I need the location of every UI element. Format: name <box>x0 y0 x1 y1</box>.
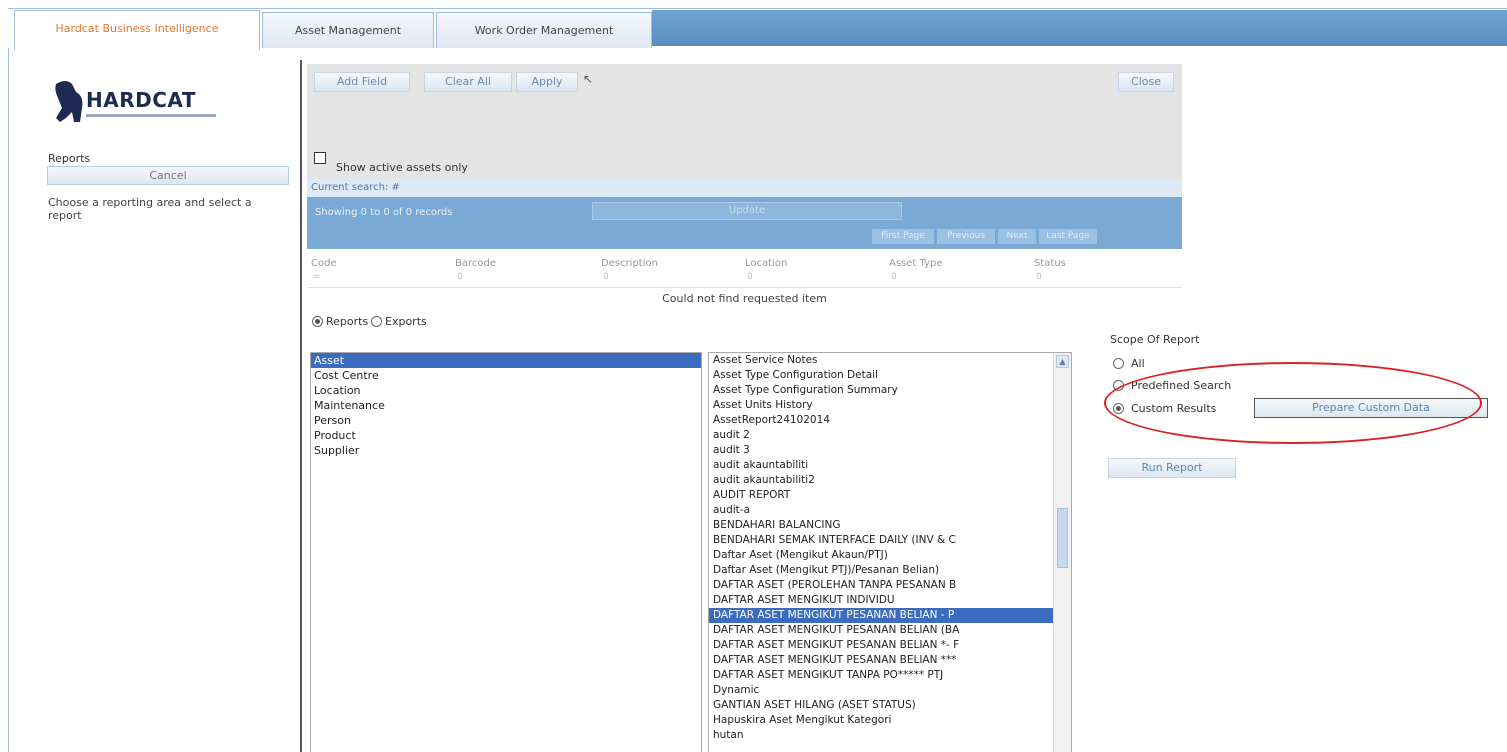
report-list-item[interactable]: AUDIT REPORT <box>709 488 1054 503</box>
column-filter[interactable]: 0 <box>603 272 609 282</box>
report-list-item[interactable]: Asset Units History <box>709 398 1054 413</box>
report-list-item[interactable]: DAFTAR ASET (PEROLEHAN TANPA PESANAN B <box>709 578 1054 593</box>
exports-radio-label: Exports <box>385 315 427 328</box>
report-list-item[interactable]: Hapuskira Aset Mengikut Kategori <box>709 713 1054 728</box>
tab-work-order-management[interactable]: Work Order Management <box>436 12 652 48</box>
tab-bar: Hardcat Business Intelligence Asset Mana… <box>0 0 1507 50</box>
column-header[interactable]: Asset Type <box>889 258 942 269</box>
tab-asset-management[interactable]: Asset Management <box>262 12 434 48</box>
scope-custom-radio[interactable] <box>1113 403 1124 414</box>
report-list-item[interactable]: BENDAHARI SEMAK INTERFACE DAILY (INV & C <box>709 533 1054 548</box>
column-filter[interactable]: 0 <box>747 272 753 282</box>
report-list-item[interactable]: DAFTAR ASET MENGIKUT PESANAN BELIAN *- F <box>709 638 1054 653</box>
report-list-scrollbar[interactable]: ▲ <box>1053 353 1071 752</box>
report-list-item[interactable]: DAFTAR ASET MENGIKUT PESANAN BELIAN (BA <box>709 623 1054 638</box>
reports-label: Reports <box>48 152 91 165</box>
scope-title: Scope Of Report <box>1110 333 1200 346</box>
logo-tagline <box>86 114 216 117</box>
add-field-button[interactable]: Add Field <box>314 72 410 92</box>
report-list-item[interactable]: Asset Service Notes <box>709 353 1054 368</box>
column-filter[interactable]: 0 <box>891 272 897 282</box>
area-list-item[interactable]: Asset <box>311 353 701 368</box>
sidebar: HARDCAT Reports Cancel Choose a reportin… <box>32 60 302 752</box>
instruction-text: Choose a reporting area and select a rep… <box>48 196 252 222</box>
area-list-item[interactable]: Person <box>311 413 701 428</box>
previous-page-button[interactable]: Previous <box>937 229 995 244</box>
results-table-header: Code Barcode Description Location Asset … <box>307 255 1182 291</box>
reporting-area-list[interactable]: Asset Cost Centre Location Maintenance Perso… <box>310 352 702 752</box>
column-filter[interactable]: 0 <box>457 272 463 282</box>
scope-predefined-radio[interactable] <box>1113 380 1124 391</box>
report-list-item[interactable]: audit akauntabiliti <box>709 458 1054 473</box>
column-header[interactable]: Location <box>745 258 787 269</box>
cat-icon <box>55 81 83 122</box>
run-report-button[interactable]: Run Report <box>1108 458 1236 478</box>
header-divider <box>307 287 1182 288</box>
area-list-item[interactable]: Cost Centre <box>311 368 701 383</box>
report-list-item[interactable]: AssetReport24102014 <box>709 413 1054 428</box>
clear-all-button[interactable]: Clear All <box>424 72 512 92</box>
prepare-custom-data-button[interactable]: Prepare Custom Data <box>1254 398 1488 418</box>
report-list-item[interactable]: Asset Type Configuration Summary <box>709 383 1054 398</box>
report-list-item[interactable]: audit-a <box>709 503 1054 518</box>
current-search-text: Current search: # <box>307 179 1182 197</box>
area-list-item[interactable]: Supplier <box>311 443 701 458</box>
area-list-item[interactable]: Location <box>311 383 701 398</box>
reports-radio[interactable] <box>312 316 323 327</box>
report-list[interactable]: Asset Service Notes Asset Type Configurat… <box>708 352 1072 752</box>
active-only-label: Show active assets only <box>336 161 468 174</box>
report-list-item[interactable]: GANTIAN ASET HILANG (ASET STATUS) <box>709 698 1054 713</box>
scroll-thumb[interactable] <box>1057 508 1068 568</box>
apply-button[interactable]: Apply <box>516 72 578 92</box>
logo-text: HARDCAT <box>86 88 196 112</box>
reports-radio-label: Reports <box>326 315 369 328</box>
report-list-item[interactable]: DAFTAR ASET MENGIKUT PESANAN BELIAN - P <box>709 608 1054 623</box>
close-button[interactable]: Close <box>1118 72 1174 92</box>
results-header: Showing 0 to 0 of 0 records Update First… <box>307 197 1182 249</box>
report-list-item[interactable]: DAFTAR ASET MENGIKUT INDIVIDU <box>709 593 1054 608</box>
report-list-item[interactable]: BENDAHARI BALANCING <box>709 518 1054 533</box>
column-header[interactable]: Code <box>311 258 337 269</box>
report-list-item[interactable]: audit 3 <box>709 443 1054 458</box>
column-header[interactable]: Description <box>601 258 658 269</box>
scope-predefined-label: Predefined Search <box>1131 379 1232 392</box>
report-list-item[interactable]: hutan <box>709 728 1054 743</box>
scroll-up-icon[interactable]: ▲ <box>1056 355 1069 368</box>
cancel-button[interactable]: Cancel <box>47 166 289 185</box>
column-header[interactable]: Barcode <box>455 258 496 269</box>
column-filter[interactable]: = <box>313 272 321 282</box>
tab-bar-fill <box>652 10 1507 46</box>
scope-custom-label: Custom Results <box>1131 402 1217 415</box>
area-list-item[interactable]: Product <box>311 428 701 443</box>
hardcat-logo: HARDCAT <box>50 78 230 138</box>
tab-business-intelligence[interactable]: Hardcat Business Intelligence <box>14 10 260 50</box>
scope-all-radio[interactable] <box>1113 358 1124 369</box>
cursor-pointer-icon: ↖ <box>583 72 594 86</box>
report-list-item[interactable]: Daftar Aset (Mengikut PTJ)/Pesanan Belia… <box>709 563 1054 578</box>
record-count: Showing 0 to 0 of 0 records <box>315 207 453 218</box>
report-list-item[interactable]: Asset Type Configuration Detail <box>709 368 1054 383</box>
update-button[interactable]: Update <box>592 202 902 220</box>
report-list-item[interactable]: Dynamic <box>709 683 1054 698</box>
first-page-button[interactable]: First Page <box>872 229 934 244</box>
last-page-button[interactable]: Last Page <box>1039 229 1097 244</box>
scope-all-label: All <box>1131 357 1145 370</box>
report-list-item[interactable]: audit akauntabiliti2 <box>709 473 1054 488</box>
column-header[interactable]: Status <box>1034 258 1066 269</box>
report-list-item[interactable]: audit 2 <box>709 428 1054 443</box>
empty-results-message: Could not find requested item <box>662 292 827 305</box>
report-list-item[interactable]: DAFTAR ASET MENGIKUT PESANAN BELIAN *** <box>709 653 1054 668</box>
exports-radio[interactable] <box>371 316 382 327</box>
next-page-button[interactable]: Next <box>998 229 1036 244</box>
column-filter[interactable]: 0 <box>1036 272 1042 282</box>
report-list-item[interactable]: Daftar Aset (Mengikut Akaun/PTJ) <box>709 548 1054 563</box>
area-list-item[interactable]: Maintenance <box>311 398 701 413</box>
frame-border-left <box>8 48 9 752</box>
active-only-checkbox[interactable] <box>314 152 326 164</box>
report-list-item[interactable]: DAFTAR ASET MENGIKUT TANPA PO***** PTJ <box>709 668 1054 683</box>
